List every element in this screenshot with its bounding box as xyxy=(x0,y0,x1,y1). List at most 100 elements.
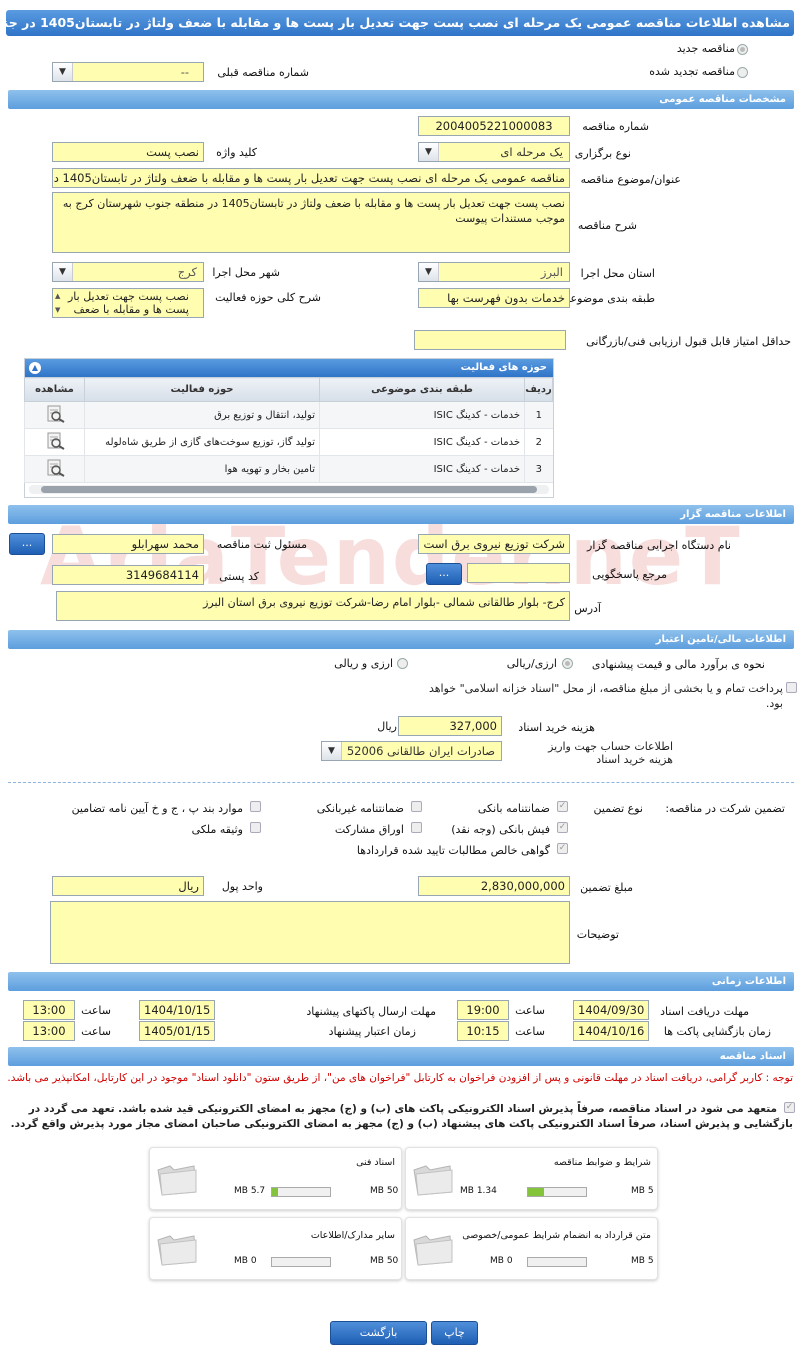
currency-radio-1[interactable] xyxy=(562,658,573,669)
treasury-checkbox[interactable] xyxy=(786,682,797,693)
time-label: ساعت xyxy=(515,1025,545,1038)
city-select[interactable]: ▼ کرج xyxy=(52,262,204,282)
currency-unit-field[interactable]: ریال xyxy=(52,876,204,896)
new-tender-label: مناقصه جدید xyxy=(676,42,735,55)
validity-date-field[interactable]: 1405/01/15 xyxy=(139,1021,215,1041)
doc-card-title: متن قرارداد به انضمام شرایط عمومی/خصوصی xyxy=(462,1230,651,1241)
col-header: ردیف xyxy=(524,377,553,402)
folder-icon xyxy=(412,1162,454,1196)
org-label: نام دستگاه اجرایی مناقصه گزار xyxy=(587,539,731,552)
type-select[interactable]: ▼ یک مرحله ای xyxy=(418,142,570,162)
col-header: طبقه بندی موضوعی xyxy=(319,377,525,402)
reference-lookup-button[interactable]: ... xyxy=(426,563,462,585)
min-score-field[interactable] xyxy=(414,330,566,350)
send-time-field[interactable]: 13:00 xyxy=(23,1000,75,1020)
horizontal-scrollbar[interactable] xyxy=(29,485,549,494)
doc-card[interactable]: سایر مدارک/اطلاعات 0 MB 50 MB xyxy=(149,1217,402,1280)
bank-guarantee-checkbox[interactable]: ✓ xyxy=(557,801,568,812)
postal-label: کد پستی xyxy=(219,570,259,583)
print-button[interactable]: چاپ xyxy=(431,1321,478,1345)
responsible-lookup-button[interactable]: ... xyxy=(9,533,45,555)
open-time-field[interactable]: 10:15 xyxy=(457,1021,509,1041)
postal-field[interactable]: 3149684114 xyxy=(52,565,204,585)
doc-fee-field[interactable]: 327,000 xyxy=(398,716,502,736)
recv-deadline-label: مهلت دریافت اسناد xyxy=(660,1005,749,1018)
table-row: 1 خدمات - کدینگ ISIC تولید، انتقال و توزیع… xyxy=(24,401,553,429)
nonbank-guarantee-label: ضمانتنامه غیربانکی xyxy=(316,802,404,815)
send-date-field[interactable]: 1404/10/15 xyxy=(139,1000,215,1020)
doc-card-title: شرایط و ضوابط مناقصه xyxy=(553,1157,651,1168)
min-score-label: حداقل امتیاز قابل قبول ارزیابی فنی/بازرگ… xyxy=(586,335,791,348)
guarantee-amount-field[interactable]: 2,830,000,000 xyxy=(418,876,570,896)
chevron-down-icon: ▼ xyxy=(53,263,73,281)
guarantee-type-label: نوع تضمین xyxy=(593,802,643,815)
open-date-field[interactable]: 1404/10/16 xyxy=(573,1021,649,1041)
property-collateral-label: وثیقه ملکی xyxy=(191,823,243,836)
col-header: مشاهده xyxy=(24,377,85,402)
scope-field[interactable]: نصب پست جهت تعدیل بار پست ها و مقابله با… xyxy=(52,288,204,318)
doc-progress-bar xyxy=(527,1187,587,1197)
doc-max-size: 50 MB xyxy=(370,1256,399,1266)
time-label: ساعت xyxy=(81,1025,111,1038)
docs-notice: توجه : کاربر گرامی، دریافت اسناد در مهلت… xyxy=(7,1072,793,1084)
folder-icon xyxy=(412,1232,454,1266)
collapse-icon[interactable]: ▲ xyxy=(29,362,41,374)
address-field[interactable]: کرج- بلوار طالقانی شمالی -بلوار امام رضا… xyxy=(56,591,570,621)
send-deadline-label: مهلت ارسال پاکتهای پیشنهاد xyxy=(306,1005,436,1018)
estimate-method-label: نحوه ی برآورد مالی و قیمت پیشنهادی xyxy=(591,658,765,671)
treasury-text: پرداخت تمام و یا بخشی از مبلغ مناقصه، از… xyxy=(428,682,783,710)
view-icon[interactable] xyxy=(24,401,85,429)
property-collateral-checkbox[interactable] xyxy=(250,822,261,833)
currency-unit-label: واحد پول xyxy=(221,880,263,893)
doc-card[interactable]: شرایط و ضوابط مناقصه 1.34 MB 5 MB xyxy=(405,1147,658,1210)
doc-progress-bar xyxy=(271,1257,331,1267)
cash-receipt-checkbox[interactable]: ✓ xyxy=(557,822,568,833)
view-icon[interactable] xyxy=(24,428,85,456)
doc-card-title: اسناد فنی xyxy=(356,1157,395,1168)
certificate-checkbox[interactable]: ✓ xyxy=(557,843,568,854)
account-select[interactable]: ▼ صادرات ایران طالقانی 52006 xyxy=(321,741,502,761)
doc-used-size: 1.34 MB xyxy=(460,1186,497,1196)
row-index: 3 xyxy=(524,455,553,483)
new-tender-radio[interactable] xyxy=(737,44,748,55)
notes-label: توضیحات xyxy=(576,928,619,941)
doc-card[interactable]: اسناد فنی 5.7 MB 50 MB xyxy=(149,1147,402,1210)
tender-number-field[interactable]: 2004005221000083 xyxy=(418,116,570,136)
currency-radio-2[interactable] xyxy=(397,658,408,669)
regulation-items-checkbox[interactable] xyxy=(250,801,261,812)
currency-option-1: ارزی/ریالی xyxy=(506,657,557,670)
recv-time-field[interactable]: 19:00 xyxy=(457,1000,509,1020)
renewed-tender-label: مناقصه تجدید شده xyxy=(649,65,735,78)
row-activity: تولید، انتقال و توزیع برق xyxy=(84,401,320,429)
doc-max-size: 5 MB xyxy=(631,1186,654,1196)
table-row: 3 خدمات - کدینگ ISIC تامین بخار و تهویه هو… xyxy=(24,455,553,483)
recv-date-field[interactable]: 1404/09/30 xyxy=(573,1000,649,1020)
notes-field[interactable] xyxy=(50,901,570,964)
view-icon[interactable] xyxy=(24,455,85,483)
doc-card[interactable]: متن قرارداد به انضمام شرایط عمومی/خصوصی … xyxy=(405,1217,658,1280)
scroll-arrows-icon: ▲ ▼ xyxy=(55,292,61,314)
bonds-checkbox[interactable] xyxy=(411,822,422,833)
keyword-field[interactable]: نصب پست xyxy=(52,142,204,162)
reference-field[interactable] xyxy=(467,563,570,583)
account-label: اطلاعات حساب جهت واریز هزینه خرید اسناد xyxy=(548,740,673,766)
pledge-text: متعهد می شود در اسناد مناقصه، صرفاً پذیر… xyxy=(10,1103,793,1130)
doc-fee-currency: ریال xyxy=(377,720,397,733)
province-select[interactable]: ▼ البرز xyxy=(418,262,570,282)
row-category: خدمات - کدینگ ISIC xyxy=(319,401,525,429)
doc-used-size: 5.7 MB xyxy=(234,1186,266,1196)
org-field[interactable]: شرکت توزیع نیروی برق است xyxy=(418,534,570,554)
responsible-field[interactable]: محمد سهرابلو xyxy=(52,534,204,554)
subject-field[interactable]: مناقصه عمومی یک مرحله ای نصب پست جهت تعد… xyxy=(52,168,570,188)
reference-label: مرجع پاسخگویی xyxy=(592,568,667,581)
cash-receipt-label: فیش بانکی (وجه نقد) xyxy=(451,823,550,836)
nonbank-guarantee-checkbox[interactable] xyxy=(411,801,422,812)
renewed-tender-radio[interactable] xyxy=(737,67,748,78)
row-category: خدمات - کدینگ ISIC xyxy=(319,428,525,456)
category-field[interactable]: خدمات بدون فهرست بها xyxy=(418,288,570,308)
col-header: حوزه فعالیت xyxy=(84,377,320,402)
description-field[interactable]: نصب پست جهت تعدیل بار پست ها و مقابله با… xyxy=(52,192,570,253)
prev-number-select[interactable]: ▼ -- xyxy=(52,62,204,82)
validity-time-field[interactable]: 13:00 xyxy=(23,1021,75,1041)
back-button[interactable]: بازگشت xyxy=(330,1321,427,1345)
